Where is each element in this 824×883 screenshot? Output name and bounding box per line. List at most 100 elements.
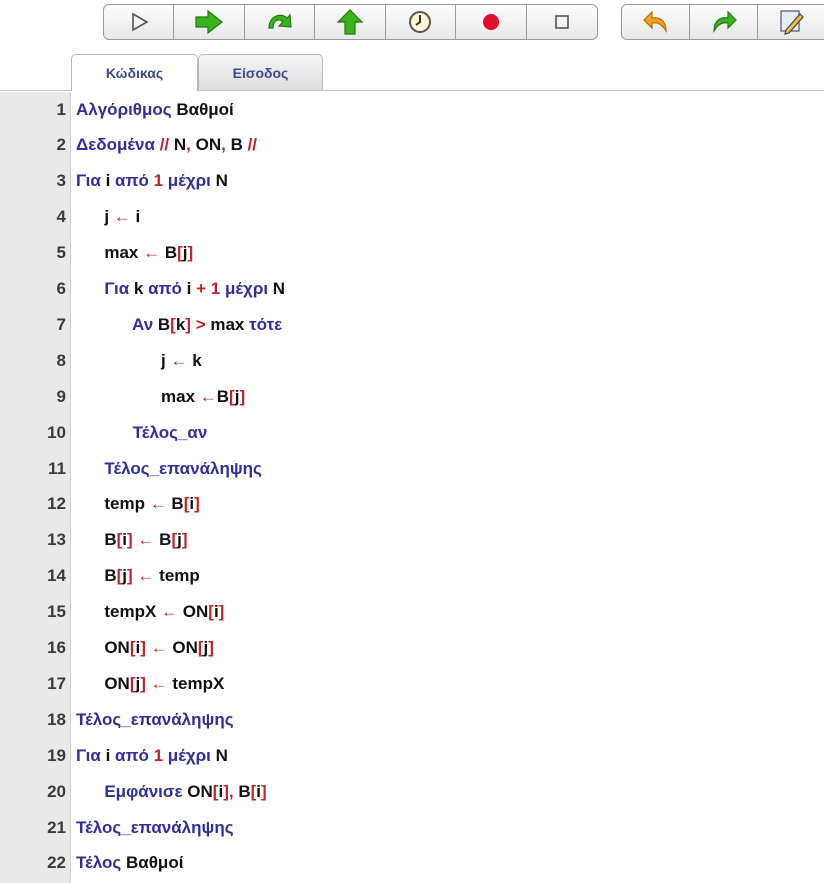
line-number: 15 [47,602,66,622]
step-over-button[interactable] [245,5,316,39]
identifier-token: ON [190,135,222,155]
operator-token: ] [239,386,246,406]
code-line[interactable]: 19 Για i από 1 μέχρι N [0,738,824,773]
line-number: 21 [47,817,66,837]
code-line[interactable]: 14 B[j] ← temp [0,559,824,594]
operator-token: ← [145,673,173,693]
keyword-token: τότε [249,314,283,334]
edit-button[interactable] [758,5,824,39]
code-line[interactable]: 9 max ←B[j] [0,379,824,414]
identifier-token: i [105,171,116,191]
run-controls-group [103,4,598,40]
operator-token: // [159,135,170,155]
keyword-token: μέχρι [224,279,273,298]
code-line[interactable]: 21 Τέλος_επανάληψης [0,810,824,845]
identifier-token: N [272,279,286,298]
line-number: 4 [56,207,66,227]
code-line[interactable]: 17 ON[j] ← tempX [0,666,824,701]
keyword-token: Αν [76,314,158,334]
code-text: Για i από 1 μέχρι N [76,746,228,766]
code-text: ON[j] ← tempX [76,674,224,694]
line-number: 5 [56,243,66,263]
identifier-token: max [76,386,200,406]
operator-token: ] [261,781,267,801]
tab-code[interactable]: Κώδικας [71,54,198,91]
tab-input[interactable]: Είσοδος [198,54,323,90]
code-text: Για k από i + 1 μέχρι N [76,279,285,299]
line-number: 22 [47,853,66,873]
code-line[interactable]: 11 Τέλος_επανάληψης [0,451,824,486]
line-number: 12 [47,494,66,514]
identifier-token: ON [187,781,213,801]
code-line[interactable]: 2 Δεδομένα // N, ON, B // [0,128,824,163]
identifier-token: B [225,135,248,155]
stop-button[interactable] [527,5,597,39]
operator-token: ← [132,566,160,586]
code-line[interactable]: 15 tempX ← ON[i] [0,595,824,630]
line-number: 3 [56,171,66,191]
identifier-token: Βαθμοί [171,99,234,119]
identifier-token: k [175,314,186,334]
keyword-token: Τέλος_αν [76,422,208,442]
operator-token: ← [143,243,165,263]
code-text: j ← k [76,351,202,371]
line-number: 9 [56,386,66,406]
operator-token: ← [113,207,136,227]
operator-token: , [228,781,239,801]
code-text: Αλγόριθμος Βαθμοί [76,100,234,120]
code-editor[interactable]: 1 Αλγόριθμος Βαθμοί 2 Δεδομένα // N, ON, B … [0,92,824,883]
line-number: 8 [56,350,66,370]
code-text: ON[i] ← ON[j] [76,638,214,658]
undo-button[interactable] [622,5,690,39]
identifier-token: i [186,279,197,298]
code-text: Τέλος_επανάληψης [76,459,262,479]
keyword-token: Για [76,745,106,765]
line-number: 14 [47,566,66,586]
identifier-token: temp [76,494,150,514]
line-number: 19 [47,745,66,765]
line-number: 2 [56,135,66,155]
code-line[interactable]: 13 B[i] ← B[j] [0,523,824,558]
step-out-button[interactable] [315,5,386,39]
identifier-token: N [215,745,228,765]
line-number: 16 [47,638,66,657]
keyword-token: μέχρι [167,745,216,765]
line-number: 18 [47,709,66,729]
code-line[interactable]: 1 Αλγόριθμος Βαθμοί [0,92,824,127]
run-button[interactable] [104,5,175,39]
code-text: Τέλος Βαθμοί [76,853,183,873]
code-line[interactable]: 10 Τέλος_αν [0,415,824,450]
operator-token: ] [181,530,188,550]
code-line[interactable]: 20 Εμφάνισε ON[i], B[i] [0,774,824,809]
speed-button[interactable] [386,5,457,39]
code-line[interactable]: 18 Τέλος_επανάληψης [0,702,824,737]
identifier-token: tempX [76,602,162,622]
code-line[interactable]: 6 Για k από i + 1 μέχρι N [0,272,824,307]
keyword-token: Για [76,279,134,298]
undo-icon [642,10,667,34]
step-forward-button[interactable] [174,5,245,39]
code-line[interactable]: 3 Για i από 1 μέχρι N [0,164,824,199]
play-outline-icon [131,12,149,32]
code-text: Τέλος_επανάληψης [76,710,234,730]
code-line[interactable]: 8 j ← k [0,343,824,378]
identifier-token: j [76,207,114,227]
redo-button[interactable] [690,5,758,39]
identifier-token: Βαθμοί [126,853,184,873]
identifier-token: k [192,350,202,370]
code-line[interactable]: 12 temp ← B[i] [0,487,824,522]
line-number: 10 [47,422,66,442]
redo-curve-icon [267,13,292,29]
code-line[interactable]: 16 ON[i] ← ON[j] [0,631,824,666]
code-line[interactable]: 5 max ← B[j] [0,236,824,271]
operator-token: ] [187,243,194,263]
step-forward-arrow-icon [195,9,224,35]
code-line[interactable]: 4 j ← i [0,200,824,235]
breakpoint-button[interactable] [456,5,527,39]
identifier-token: max [76,243,144,263]
operator-token: ] [194,494,200,514]
code-line[interactable]: 7 Αν B[k] > max τότε [0,307,824,342]
operator-token: ← [149,494,172,514]
code-line[interactable]: 22 Τέλος Βαθμοί [0,846,824,881]
identifier-token: B [238,781,251,801]
